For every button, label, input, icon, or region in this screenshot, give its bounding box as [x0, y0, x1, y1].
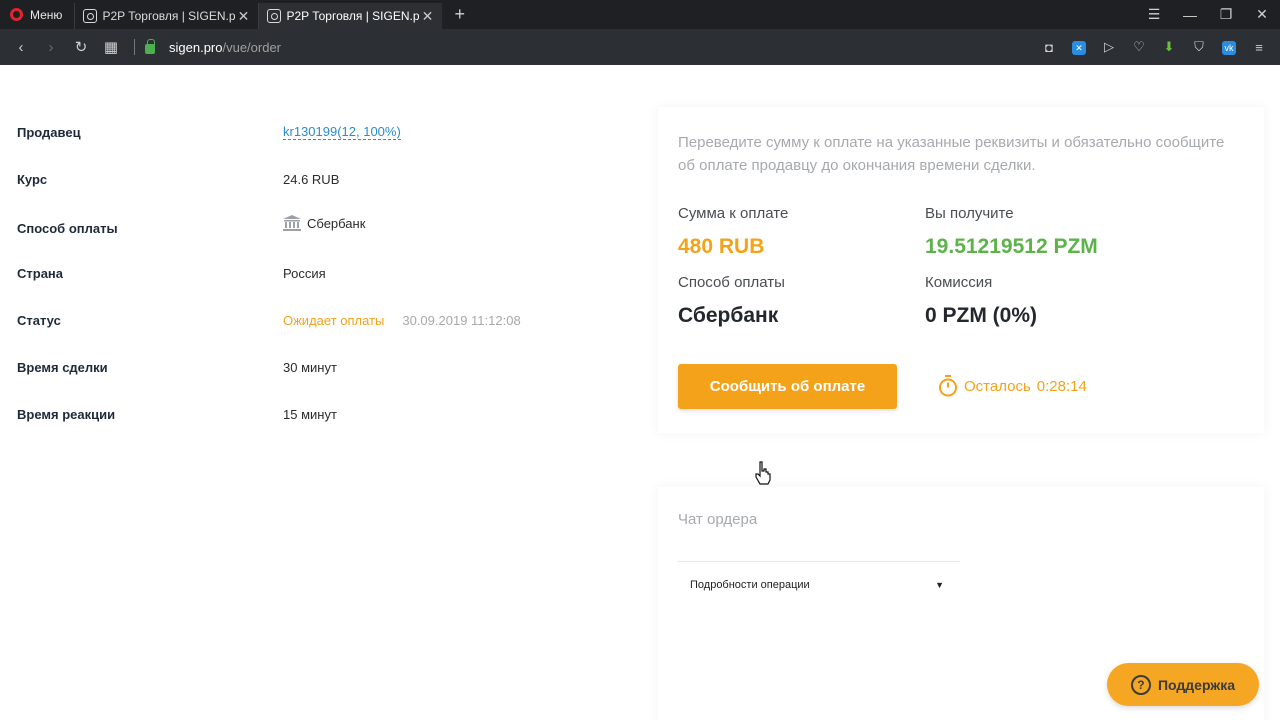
close-window-icon[interactable]: ✕	[1244, 6, 1280, 23]
amount-value: 480 RUB	[678, 235, 765, 258]
hand-cursor-icon	[755, 461, 771, 485]
operation-details-label: Подробности операции	[690, 579, 810, 591]
chat-title: Чат ордера	[678, 511, 758, 528]
tab-menu-icon[interactable]: ☰	[1136, 6, 1172, 23]
receive-label: Вы получите	[925, 205, 1014, 222]
opera-logo-icon	[10, 8, 23, 21]
method-label: Способ оплаты	[678, 274, 785, 291]
operation-details-toggle[interactable]: Подробности операции ▼	[690, 579, 944, 591]
sigen-favicon-icon	[267, 9, 282, 23]
row-rate: Курс 24.6 RUB	[17, 167, 637, 191]
sigen-favicon-icon	[83, 9, 98, 23]
camera-icon[interactable]: ◘	[1034, 40, 1064, 55]
row-payment-method: Способ оплаты Сбербанк	[17, 211, 637, 236]
chat-divider	[678, 561, 960, 562]
lock-icon[interactable]	[145, 39, 155, 54]
timer-label: Осталось	[964, 377, 1031, 395]
url-path: /vue/order	[222, 39, 282, 55]
url-field[interactable]: sigen.pro/vue/order	[169, 40, 281, 55]
bank-icon	[283, 215, 301, 231]
extension-x-icon[interactable]: ✕	[1064, 39, 1094, 55]
seller-link[interactable]: kr130199(12, 100%)	[283, 124, 401, 140]
tab-close-icon[interactable]: ✕	[420, 8, 434, 25]
tab-close-icon[interactable]: ✕	[236, 8, 250, 25]
minimize-icon[interactable]: —	[1172, 7, 1208, 23]
browser-tab-bar: Меню P2P Торговля | SIGEN.pro ✕ P2P Торг…	[0, 0, 1280, 29]
address-divider	[134, 39, 135, 55]
url-host: sigen.pro	[169, 39, 223, 55]
reaction-time-value: 15 минут	[283, 406, 337, 422]
payment-card: Переведите сумму к оплате на указанные р…	[658, 107, 1264, 433]
amount-label: Сумма к оплате	[678, 205, 789, 222]
vk-icon[interactable]: vk	[1214, 39, 1244, 55]
row-seller: Продавец kr130199(12, 100%)	[17, 120, 637, 144]
method-value: Сбербанк	[678, 304, 779, 327]
row-label: Страна	[17, 265, 64, 281]
row-label: Курс	[17, 171, 48, 187]
payment-hint: Переведите сумму к оплате на указанные р…	[678, 134, 1225, 174]
fee-value: 0 PZM (0%)	[925, 304, 1038, 327]
browser-tab-1[interactable]: P2P Торговля | SIGEN.pro ✕	[74, 3, 258, 29]
window-controls: ☰ — ❐ ✕	[1136, 0, 1280, 29]
row-status: Статус Ожидает оплаты 30.09.2019 11:12:0…	[17, 308, 637, 332]
support-label: Поддержка	[1157, 676, 1236, 693]
country-value: Россия	[283, 265, 326, 281]
timer: Осталось 0:28:14	[938, 375, 1087, 397]
timer-value: 0:28:14	[1036, 377, 1087, 395]
easy-setup-icon[interactable]: ≡	[1244, 40, 1274, 55]
rate-value: 24.6 RUB	[283, 171, 340, 187]
fee-label: Комиссия	[925, 274, 993, 291]
row-label: Способ оплаты	[17, 220, 118, 236]
status-date: 30.09.2019 11:12:08	[402, 312, 521, 328]
row-reaction-time: Время реакции 15 минут	[17, 402, 637, 426]
extension-toolbar: ◘ ✕ ▷ ♡ ⬇ ⛉ vk ≡	[1034, 29, 1274, 65]
support-button[interactable]: ? Поддержка	[1107, 663, 1259, 706]
reload-icon[interactable]: ↻	[66, 38, 96, 56]
forward-icon[interactable]: ›	[36, 39, 66, 56]
row-deal-time: Время сделки 30 минут	[17, 355, 637, 379]
download-icon[interactable]: ⬇	[1154, 39, 1184, 55]
caret-down-icon: ▼	[935, 580, 944, 590]
tab-title: P2P Торговля | SIGEN.pro	[286, 9, 421, 23]
deal-time-value: 30 минут	[283, 359, 337, 375]
help-icon: ?	[1130, 674, 1151, 695]
row-country: Страна Россия	[17, 261, 637, 285]
payment-method-value: Сбербанк	[307, 215, 366, 231]
row-label: Продавец	[17, 124, 81, 140]
send-icon[interactable]: ▷	[1094, 39, 1124, 55]
report-payment-button[interactable]: Сообщить об оплате	[678, 364, 897, 409]
status-value: Ожидает оплаты	[283, 312, 385, 328]
stopwatch-icon	[939, 375, 957, 397]
opera-menu-button[interactable]: Меню	[0, 0, 74, 29]
heart-icon[interactable]: ♡	[1124, 39, 1154, 55]
row-label: Статус	[17, 312, 61, 328]
new-tab-icon[interactable]: +	[454, 4, 465, 25]
maximize-icon[interactable]: ❐	[1208, 6, 1244, 23]
tab-title: P2P Торговля | SIGEN.pro	[102, 9, 237, 23]
row-label: Время сделки	[17, 359, 108, 375]
shield-icon[interactable]: ⛉	[1184, 39, 1214, 55]
menu-label: Меню	[30, 7, 63, 22]
row-label: Время реакции	[17, 406, 116, 422]
speed-dial-icon[interactable]: ▦	[96, 38, 126, 56]
browser-tab-2[interactable]: P2P Торговля | SIGEN.pro ✕	[258, 3, 443, 29]
back-icon[interactable]: ‹	[6, 39, 36, 56]
order-page: Продавец kr130199(12, 100%) Курс 24.6 RU…	[0, 65, 1280, 720]
address-bar: ‹ › ↻ ▦ sigen.pro/vue/order ◘ ✕ ▷ ♡ ⬇ ⛉ …	[0, 29, 1280, 65]
receive-value: 19.51219512 PZM	[925, 235, 1098, 258]
